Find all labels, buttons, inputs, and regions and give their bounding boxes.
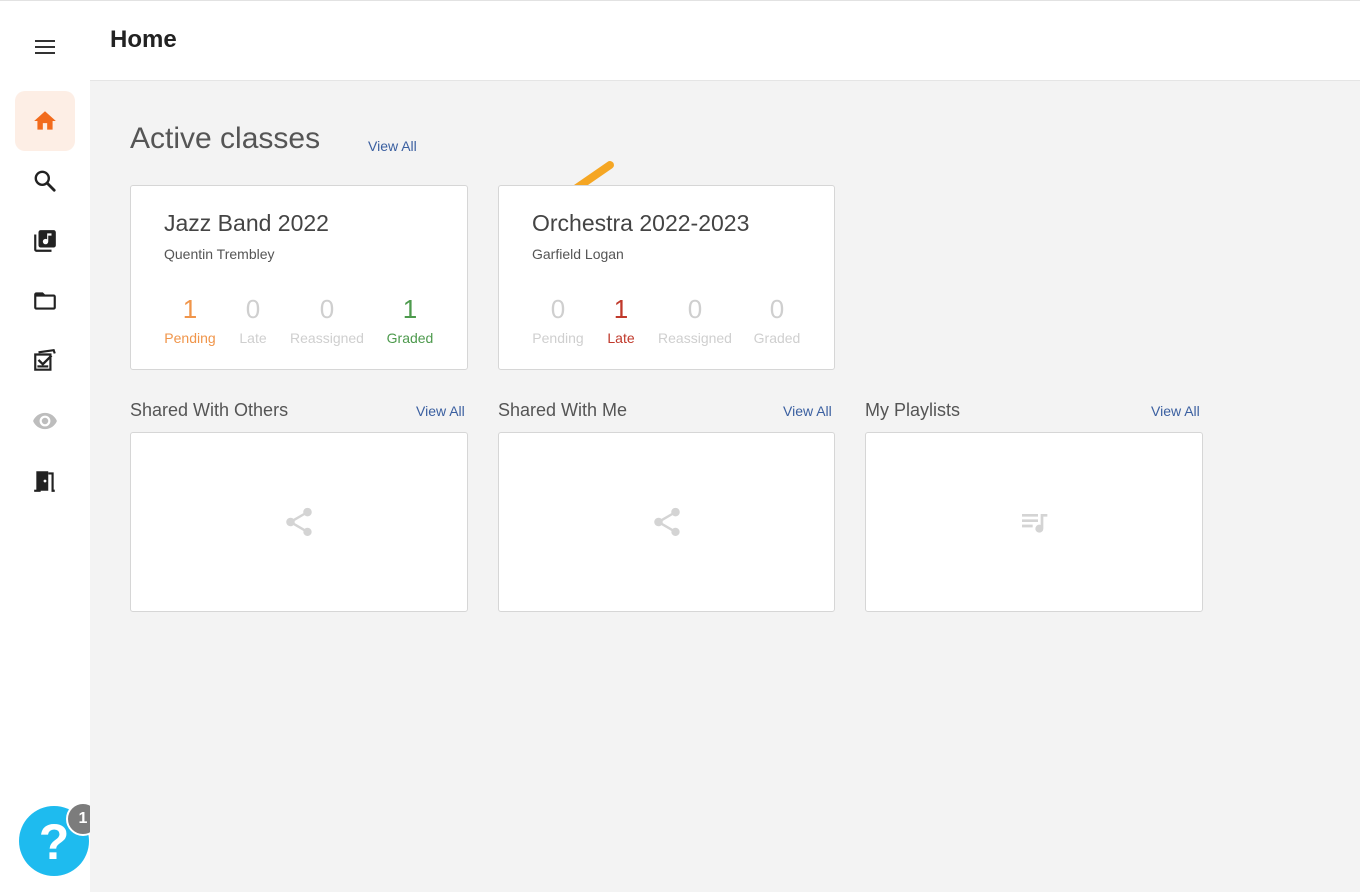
my-playlists-card[interactable] [865, 432, 1203, 612]
search-icon [34, 170, 56, 192]
class-teacher: Garfield Logan [532, 246, 624, 262]
active-classes-title: Active classes [130, 122, 321, 155]
main-content: Active classes View All Jazz Band 2022 Q… [90, 81, 1360, 892]
stat-label: Pending [164, 330, 216, 346]
class-card[interactable]: Orchestra 2022-2023 Garfield Logan 0 Pen… [498, 185, 835, 370]
folder-icon [34, 292, 56, 310]
stat-value: 1 [613, 294, 629, 324]
class-name: Orchestra 2022-2023 [532, 210, 750, 236]
home-icon [34, 111, 56, 130]
stat-value: 1 [182, 294, 198, 324]
class-name: Jazz Band 2022 [164, 210, 329, 236]
stat-label: Graded [753, 330, 801, 346]
stat-value: 0 [245, 294, 261, 324]
my-playlists-title: My Playlists [865, 400, 961, 420]
stat-value: 0 [687, 294, 703, 324]
stat-late[interactable]: 1 Late [603, 294, 639, 346]
stat-pending[interactable]: 0 Pending [529, 294, 587, 346]
sidebar-item-preview[interactable] [15, 391, 75, 451]
stat-label: Pending [532, 330, 584, 346]
hamburger-menu-button[interactable] [27, 29, 63, 65]
shared-with-me-title: Shared With Me [498, 400, 628, 420]
shared-with-me-view-all-link[interactable]: View All [783, 403, 832, 419]
shared-with-others-title: Shared With Others [130, 400, 289, 420]
sidebar-item-search[interactable] [15, 151, 75, 211]
sidebar: ? 1 [0, 1, 100, 892]
menu-icon [35, 40, 55, 54]
shared-with-others-view-all-link[interactable]: View All [416, 403, 465, 419]
stat-label: Late [607, 330, 635, 346]
sidebar-item-assignments[interactable] [15, 331, 75, 391]
active-classes-view-all-link[interactable]: View All [368, 138, 417, 154]
class-card[interactable]: Jazz Band 2022 Quentin Trembley 1 Pendin… [130, 185, 468, 370]
stat-value: 0 [319, 294, 335, 324]
stat-pending[interactable]: 1 Pending [161, 294, 219, 346]
stat-reassigned[interactable]: 0 Reassigned [654, 294, 736, 346]
stat-label: Reassigned [658, 330, 732, 346]
stat-late[interactable]: 0 Late [235, 294, 271, 346]
sidebar-item-folders[interactable] [15, 271, 75, 331]
share-icon [653, 507, 680, 537]
stat-reassigned[interactable]: 0 Reassigned [286, 294, 368, 346]
header: Home [90, 1, 1360, 81]
eye-icon [33, 412, 57, 430]
page-title: Home [110, 26, 177, 53]
sidebar-item-library[interactable] [15, 211, 75, 271]
assignment-icon [34, 348, 56, 371]
door-exit-icon [34, 471, 55, 492]
stat-value: 0 [769, 294, 785, 324]
playlist-icon [1022, 514, 1048, 533]
share-icon [286, 507, 312, 537]
sidebar-item-exit[interactable] [15, 451, 75, 511]
shared-with-me-card[interactable] [498, 432, 835, 612]
stat-graded[interactable]: 1 Graded [382, 294, 438, 346]
music-library-icon [34, 230, 56, 252]
class-teacher: Quentin Trembley [164, 246, 275, 262]
stat-label: Reassigned [290, 330, 364, 346]
stat-value: 0 [550, 294, 566, 324]
my-playlists-view-all-link[interactable]: View All [1151, 403, 1200, 419]
help-label: ? [38, 814, 70, 870]
stat-value: 1 [402, 294, 418, 324]
stat-graded[interactable]: 0 Graded [749, 294, 805, 346]
shared-with-others-card[interactable] [130, 432, 468, 612]
sidebar-item-home[interactable] [15, 91, 75, 151]
stat-label: Graded [386, 330, 434, 346]
stat-label: Late [239, 330, 267, 346]
